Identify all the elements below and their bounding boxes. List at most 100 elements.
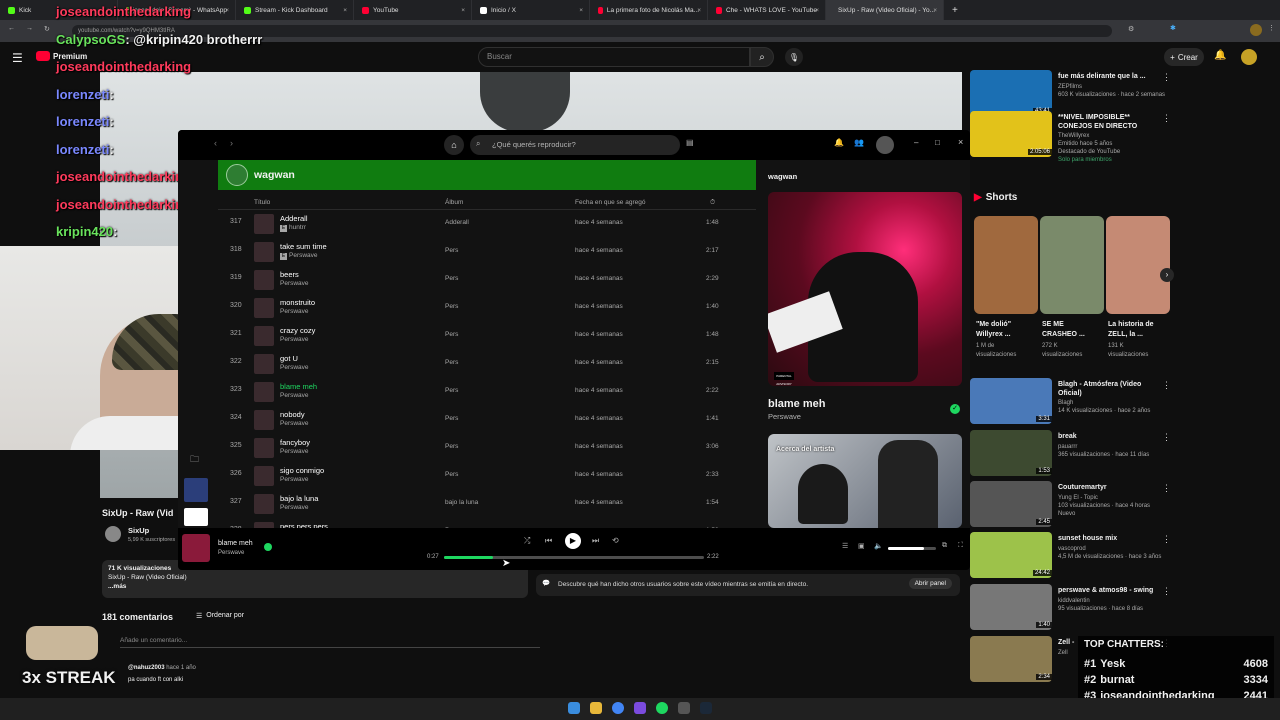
extension-icon[interactable]: ⚙ xyxy=(1128,25,1134,33)
repeat-icon[interactable]: ⟲ xyxy=(612,536,619,545)
browse-icon[interactable]: ▤ xyxy=(686,138,694,147)
video-title[interactable]: sunset house mix xyxy=(1058,534,1158,543)
video-channel[interactable]: ZEPfilms xyxy=(1058,84,1082,90)
video-thumbnail[interactable]: 3:31 xyxy=(970,378,1052,424)
track-album[interactable]: Adderall xyxy=(445,219,469,226)
track-row[interactable]: 323 blame meh Perswave Pers hace 4 semanas 2:… xyxy=(218,378,756,406)
spotify-icon[interactable] xyxy=(656,702,668,714)
short-title[interactable]: La historia de ZELL, la ... xyxy=(1108,320,1164,340)
track-row[interactable]: 319 beers Perswave Pers hace 4 semanas 2:29 xyxy=(218,266,756,294)
new-tab-button[interactable]: + xyxy=(944,5,966,16)
add-comment-input[interactable]: Añade un comentario... xyxy=(120,637,540,648)
short-item[interactable]: "Me dolió" Willyrex ... 1 M de visualizac… xyxy=(974,216,1038,366)
more-options-icon[interactable]: ⋮ xyxy=(1162,483,1171,494)
chevron-right-icon[interactable]: › xyxy=(1160,268,1174,282)
track-artist[interactable]: Perswave xyxy=(280,448,309,455)
related-video[interactable]: 3:31 Blagh - Atmósfera (Video Oficial) Bla… xyxy=(970,378,1270,426)
track-artist[interactable]: Perswave xyxy=(280,308,309,315)
related-video[interactable]: 24:42 sunset house mix vascoprod 4,5 M de v… xyxy=(970,532,1270,580)
youtube-search-input[interactable]: Buscar xyxy=(478,47,750,67)
browser-tab[interactable]: YouTube × xyxy=(354,0,472,20)
sort-button[interactable]: ☰ Ordenar por xyxy=(196,612,244,620)
close-tab-icon[interactable]: × xyxy=(815,7,819,14)
track-album[interactable]: Pers xyxy=(445,331,458,338)
track-title[interactable]: monstruito xyxy=(280,298,315,307)
close-tab-icon[interactable]: × xyxy=(225,7,229,14)
video-channel[interactable]: kiddvalentin xyxy=(1058,598,1090,604)
video-title[interactable]: break xyxy=(1058,432,1158,441)
video-thumbnail[interactable]: 2:45 xyxy=(970,481,1052,527)
library-item-cover[interactable] xyxy=(184,508,208,526)
close-tab-icon[interactable]: × xyxy=(461,7,465,14)
chrome-icon[interactable] xyxy=(612,702,624,714)
create-button[interactable]: + Crear xyxy=(1164,48,1204,66)
home-icon[interactable]: ⌂ xyxy=(444,135,464,155)
track-title[interactable]: beers xyxy=(280,270,299,279)
track-row[interactable]: 317 Adderall Ehuntrr Adderall hace 4 semanas… xyxy=(218,210,756,238)
short-title[interactable]: "Me dolió" Willyrex ... xyxy=(976,320,1032,340)
shuffle-icon[interactable]: ⤮ xyxy=(524,536,530,546)
next-icon[interactable]: ⏭ xyxy=(592,536,599,546)
fullscreen-icon[interactable]: ⛶ xyxy=(958,542,963,550)
miniplayer-icon[interactable]: ⧉ xyxy=(942,542,947,550)
track-album[interactable]: Pers xyxy=(445,471,458,478)
browser-tab[interactable]: Inicio / X × xyxy=(472,0,590,20)
track-album[interactable]: Pers xyxy=(445,415,458,422)
short-thumbnail[interactable] xyxy=(1106,216,1170,314)
now-playing-artist[interactable]: Perswave xyxy=(768,412,801,421)
minimize-icon[interactable]: – xyxy=(914,138,918,147)
progress-bar[interactable] xyxy=(444,556,704,559)
track-title[interactable]: Adderall xyxy=(280,214,308,223)
more-options-icon[interactable]: ⋮ xyxy=(1162,72,1171,83)
video-channel[interactable]: Blagh xyxy=(1058,400,1073,406)
more-options-icon[interactable]: ⋮ xyxy=(1162,586,1171,597)
show-more-link[interactable]: ...más xyxy=(108,582,522,591)
video-thumbnail[interactable]: 43:41 xyxy=(970,70,1052,116)
track-artist[interactable]: Perswave xyxy=(280,420,309,427)
track-album[interactable]: Pers xyxy=(445,247,458,254)
back-arrow-icon[interactable]: ‹ xyxy=(214,138,217,148)
video-channel[interactable]: Zell xyxy=(1058,650,1068,656)
short-item[interactable]: La historia de ZELL, la ... 131 K visuali… xyxy=(1106,216,1170,366)
close-tab-icon[interactable]: × xyxy=(697,7,701,14)
track-album[interactable]: bajo la luna xyxy=(445,499,478,506)
hamburger-icon[interactable]: ☰ xyxy=(12,51,23,65)
video-title[interactable]: **NIVEL IMPOSIBLE** CONEJOS EN DIRECTO xyxy=(1058,113,1158,131)
more-options-icon[interactable]: ⋮ xyxy=(1162,380,1171,391)
open-panel-button[interactable]: Abrir panel xyxy=(908,578,952,589)
forward-icon[interactable]: → xyxy=(26,25,33,32)
more-options-icon[interactable]: ⋮ xyxy=(1162,534,1171,545)
video-channel[interactable]: vascoprod xyxy=(1058,546,1086,552)
channel-avatar-small[interactable] xyxy=(105,526,121,542)
puzzle-icon[interactable]: ✱ xyxy=(1170,24,1176,32)
play-button[interactable]: ▶ xyxy=(565,533,581,549)
track-row[interactable]: 321 crazy cozy Perswave Pers hace 4 semanas 1… xyxy=(218,322,756,350)
queue-icon[interactable]: ☰ xyxy=(842,542,848,550)
browser-tab[interactable]: La primera foto de Nicolás Ma... × xyxy=(590,0,708,20)
folder-icon[interactable]: 🗀 xyxy=(190,452,199,468)
spotify-avatar[interactable] xyxy=(876,136,894,154)
track-row[interactable]: 326 sigo conmigo Perswave Pers hace 4 semana… xyxy=(218,462,756,490)
previous-icon[interactable]: ⏮ xyxy=(545,536,552,546)
steam-icon[interactable] xyxy=(700,702,712,714)
windows-start-icon[interactable] xyxy=(568,702,580,714)
friends-icon[interactable]: 👥 xyxy=(854,138,864,147)
track-artist[interactable]: E Perswave xyxy=(280,252,318,260)
channel-avatar[interactable] xyxy=(1241,49,1257,65)
library-item-cover[interactable] xyxy=(184,478,208,502)
video-thumbnail[interactable]: 24:42 xyxy=(970,532,1052,578)
video-channel[interactable]: TheWillyrex xyxy=(1058,133,1089,139)
about-artist-card[interactable]: Acerca del artista xyxy=(768,434,962,528)
track-album[interactable]: Pers xyxy=(445,387,458,394)
saved-check-icon[interactable]: ✓ xyxy=(950,404,960,414)
short-thumbnail[interactable] xyxy=(974,216,1038,314)
track-row[interactable]: 327 bajo la luna Perswave bajo la luna hace … xyxy=(218,490,756,518)
track-album[interactable]: Pers xyxy=(445,359,458,366)
track-artist[interactable]: Ehuntrr xyxy=(280,224,306,232)
video-thumbnail[interactable]: 2:05:06 xyxy=(970,111,1052,157)
player-track-title[interactable]: blame meh xyxy=(218,540,253,547)
video-title[interactable]: perswave & atmos98 - swing xyxy=(1058,586,1158,595)
volume-icon[interactable]: 🔈 xyxy=(874,542,883,550)
video-channel[interactable]: Yung El - Topic xyxy=(1058,495,1098,501)
close-tab-icon[interactable]: × xyxy=(579,7,583,14)
